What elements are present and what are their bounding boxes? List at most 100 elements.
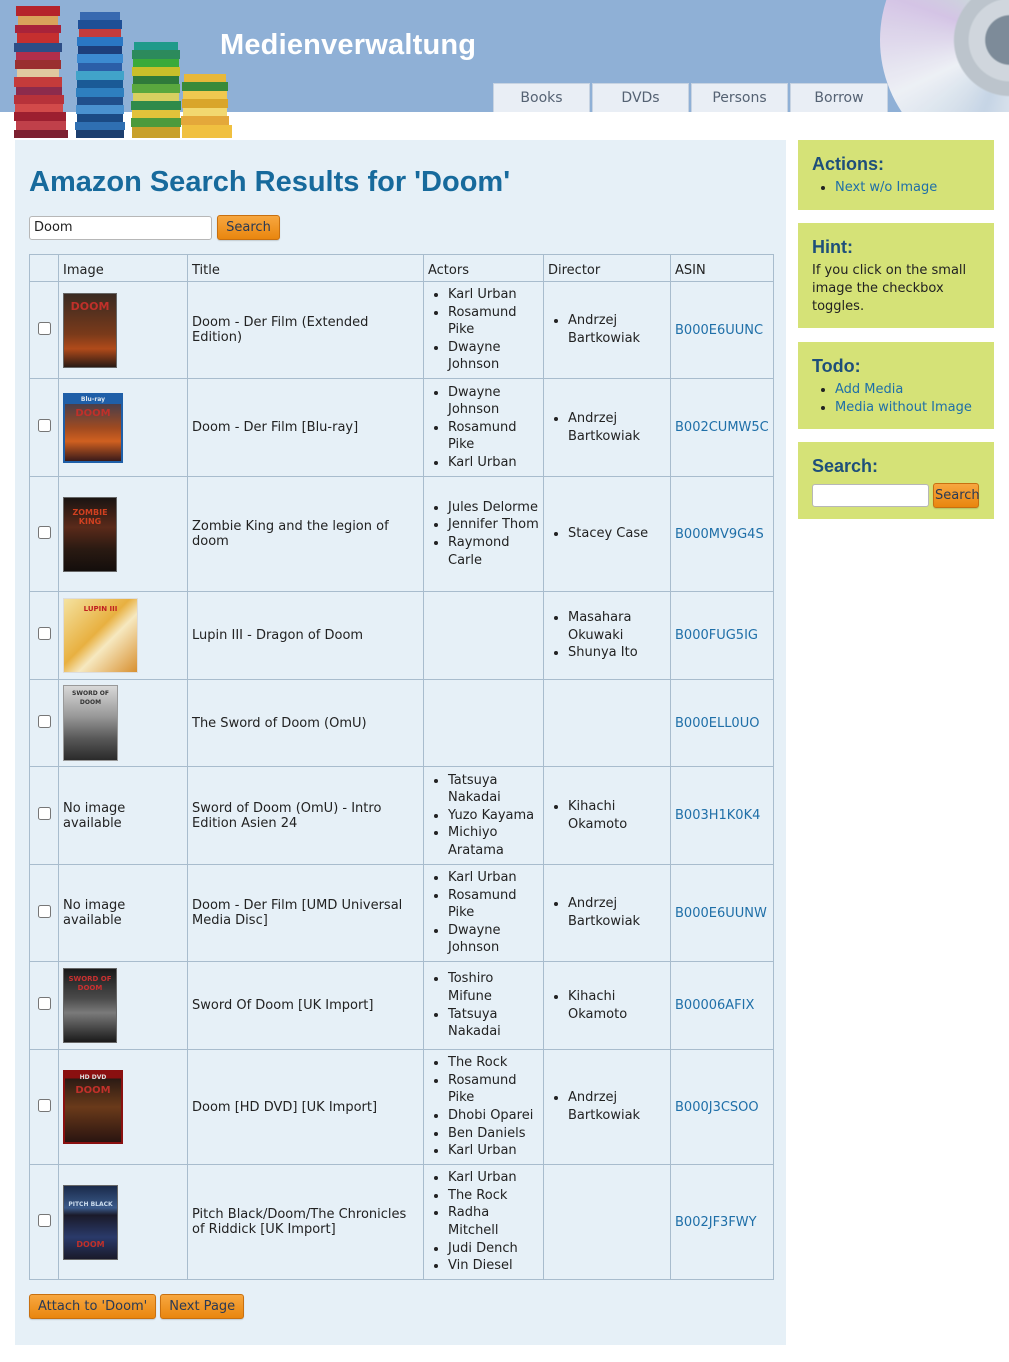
title-cell: Doom - Der Film [UMD Universal Media Dis… <box>187 864 424 962</box>
sword-of-doom-uk-cover[interactable]: SWORD OF DOOM <box>63 968 117 1043</box>
doom-hddvd-cover[interactable]: HD DVD DOOM <box>63 1070 123 1144</box>
title-cell: Pitch Black/Doom/The Chronicles of Riddi… <box>187 1164 424 1280</box>
doom-extended-cover[interactable]: DOOM <box>63 292 117 368</box>
table-row: Blu-ray DOOM Doom - Der Film [Blu-ray] D… <box>29 378 774 477</box>
actions-heading: Actions: <box>812 154 884 174</box>
tab-borrow[interactable]: Borrow <box>790 83 888 112</box>
next-without-image-link[interactable]: Next w/o Image <box>835 180 937 195</box>
director-name: Andrzej Bartkowiak <box>568 1089 666 1124</box>
doom-bluray-cover[interactable]: Blu-ray DOOM <box>63 392 123 463</box>
zombie-king-cover[interactable]: ZOMBIE KING <box>63 496 117 572</box>
add-media-link[interactable]: Add Media <box>835 382 903 397</box>
table-row: ZOMBIE KING Zombie King and the legion o… <box>29 476 774 592</box>
actor-name: Rosamund Pike <box>448 1072 539 1107</box>
title-cell: Sword Of Doom [UK Import] <box>187 961 424 1050</box>
actor-list: Karl Urban The Rock Radha Mitchell Judi … <box>428 1169 539 1275</box>
actor-name: Radha Mitchell <box>448 1204 539 1239</box>
actor-name: Vin Diesel <box>448 1257 539 1275</box>
pitch-black-doom-riddick-cover[interactable]: PITCH BLACK DOOM <box>63 1184 118 1260</box>
row-select-checkbox[interactable] <box>37 1098 51 1112</box>
asin-link[interactable]: B002JF3FWY <box>675 1215 757 1230</box>
actor-name: Jules Delorme <box>448 499 539 517</box>
asin-link[interactable]: B000E6UUNW <box>675 906 767 921</box>
actor-name: Karl Urban <box>448 1169 539 1187</box>
table-row: SWORD OF DOOM The Sword of Doom (OmU) B0… <box>29 679 774 767</box>
tab-persons[interactable]: Persons <box>691 83 788 112</box>
table-row: No image available Sword of Doom (OmU) -… <box>29 766 774 865</box>
title-cell: The Sword of Doom (OmU) <box>187 679 424 767</box>
director-list: Andrzej Bartkowiak <box>548 1089 666 1124</box>
row-select-checkbox[interactable] <box>37 714 51 728</box>
actor-list: Toshiro Mifune Tatsuya Nakadai <box>428 970 539 1040</box>
sidebar-todo: Todo: Add Media Media without Image <box>798 342 994 429</box>
asin-link[interactable]: B000FUG5IG <box>675 628 758 643</box>
title-cell: Zombie King and the legion of doom <box>187 476 424 592</box>
asin-link[interactable]: B000E6UUNC <box>675 323 763 338</box>
asin-link[interactable]: B000J3CSOO <box>675 1100 759 1115</box>
asin-link[interactable]: B003H1K0K4 <box>675 808 760 823</box>
director-list: Masahara Okuwaki Shunya Ito <box>548 609 666 662</box>
asin-link[interactable]: B000MV9G4S <box>675 527 764 542</box>
director-name: Stacey Case <box>568 525 666 543</box>
row-select-checkbox[interactable] <box>37 904 51 918</box>
media-without-image-link[interactable]: Media without Image <box>835 400 972 415</box>
row-select-checkbox[interactable] <box>37 627 51 640</box>
no-image-text: No image available <box>58 766 188 865</box>
search-heading: Search: <box>812 456 879 476</box>
actor-name: Rosamund Pike <box>448 887 539 922</box>
actor-name: Karl Urban <box>448 869 539 887</box>
asin-link[interactable]: B002CUMW5C <box>675 420 769 435</box>
next-page-button[interactable]: Next Page <box>160 1294 245 1319</box>
actor-name: Dwayne Johnson <box>448 922 539 957</box>
no-image-text: No image available <box>58 864 188 962</box>
page-title: Amazon Search Results for 'Doom' <box>29 166 511 198</box>
asin-link[interactable]: B00006AFIX <box>675 998 754 1013</box>
table-row: SWORD OF DOOM Sword Of Doom [UK Import] … <box>29 961 774 1050</box>
director-name: Masahara Okuwaki <box>568 609 666 644</box>
row-select-checkbox[interactable] <box>37 807 51 820</box>
director-name: Shunya Ito <box>568 644 666 662</box>
sword-of-doom-cover[interactable]: SWORD OF DOOM <box>63 685 118 761</box>
lupin-cover[interactable]: LUPIN III <box>63 598 138 673</box>
director-name: Andrzej Bartkowiak <box>568 312 666 347</box>
row-select-checkbox[interactable] <box>37 1213 51 1227</box>
amazon-search-input[interactable] <box>29 215 212 240</box>
actor-name: The Rock <box>448 1187 539 1205</box>
column-header-asin: ASIN <box>670 254 774 282</box>
actor-name: Tatsuya Nakadai <box>448 1006 539 1041</box>
book-stack-3 <box>131 42 181 138</box>
actor-name: Judi Dench <box>448 1240 539 1258</box>
row-select-checkbox[interactable] <box>37 525 51 539</box>
books-logo <box>14 6 232 138</box>
tab-dvds[interactable]: DVDs <box>592 83 689 112</box>
hint-text: If you click on the small image the chec… <box>812 263 967 314</box>
site-title: Medienverwaltung <box>220 29 477 61</box>
actor-name: Ben Daniels <box>448 1125 539 1143</box>
column-header-select <box>29 254 59 282</box>
tab-books[interactable]: Books <box>493 83 590 112</box>
sidebar-search-input[interactable] <box>812 484 929 507</box>
row-select-checkbox[interactable] <box>37 419 51 432</box>
sidebar-search-button[interactable]: Search <box>933 483 980 508</box>
actor-list: Karl Urban Rosamund Pike Dwayne Johnson <box>428 869 539 957</box>
attach-button[interactable]: Attach to 'Doom' <box>29 1294 157 1319</box>
actor-list: Karl Urban Rosamund Pike Dwayne Johnson <box>428 286 539 374</box>
director-name: Kihachi Okamoto <box>568 798 666 833</box>
main-content: Amazon Search Results for 'Doom' Search … <box>15 140 786 1345</box>
column-header-actors: Actors <box>423 254 544 282</box>
todo-heading: Todo: <box>812 356 861 376</box>
actor-list: Tatsuya Nakadai Yuzo Kayama Michiyo Arat… <box>428 772 539 860</box>
amazon-search-button[interactable]: Search <box>217 215 280 240</box>
result-actions: Attach to 'Doom' Next Page <box>29 1294 245 1319</box>
sidebar-hint: Hint: If you click on the small image th… <box>798 223 994 328</box>
table-row: PITCH BLACK DOOM Pitch Black/Doom/The Ch… <box>29 1164 774 1280</box>
director-list: Kihachi Okamoto <box>548 798 666 833</box>
cd-disc-graphic <box>880 0 1009 112</box>
table-row: DOOM Doom - Der Film (Extended Edition) … <box>29 281 774 379</box>
actor-name: Dhobi Oparei <box>448 1107 539 1125</box>
table-row: No image available Doom - Der Film [UMD … <box>29 864 774 962</box>
book-stack-1 <box>14 6 68 138</box>
asin-link[interactable]: B000ELL0UO <box>675 716 759 731</box>
row-select-checkbox[interactable] <box>37 997 51 1010</box>
row-select-checkbox[interactable] <box>37 321 51 335</box>
